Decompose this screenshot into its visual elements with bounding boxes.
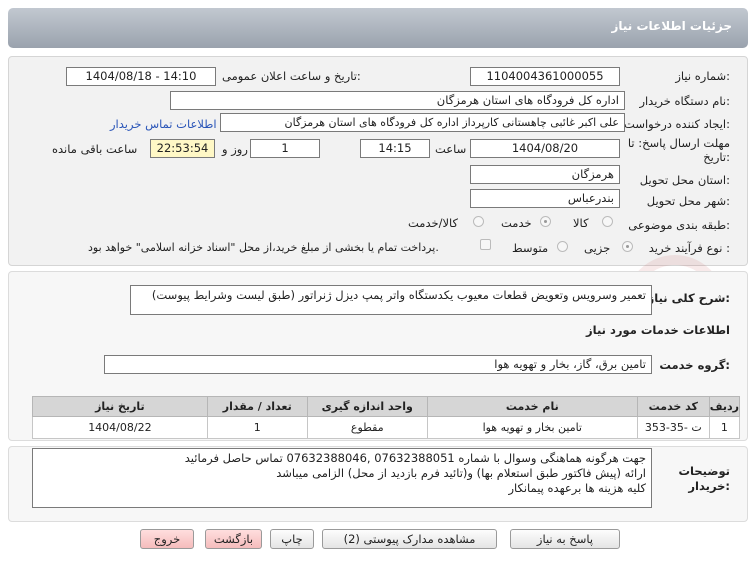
province-field: هرمزگان <box>470 165 620 184</box>
header-bar: جزئیات اطلاعات نیاز <box>8 8 748 48</box>
cell-service-code: ت -35-353 <box>636 416 710 439</box>
process-radio-minor[interactable] <box>622 241 633 252</box>
reply-button[interactable]: پاسخ به نیاز <box>510 529 620 549</box>
exit-button[interactable]: خروج <box>140 529 194 549</box>
notes-line-1: جهت هرگونه هماهنگی وسوال با شماره 076323… <box>184 451 646 465</box>
services-section-header: اطلاعات خدمات مورد نیاز <box>586 323 730 337</box>
cell-quantity: 1 <box>206 416 308 439</box>
deadline-time-label: ساعت <box>435 142 467 156</box>
process-option-minor: جزیی <box>584 241 611 255</box>
col-header-unit: واحد اندازه گیری <box>306 396 428 417</box>
city-field: بندرعباس <box>470 189 620 208</box>
cell-row-number: 1 <box>708 416 741 439</box>
announce-label: تاریخ و ساعت اعلان عمومی: <box>222 69 361 83</box>
announce-datetime-field: 1404/08/18 - 14:10 <box>66 67 216 86</box>
category-option-service: خدمت <box>501 216 532 230</box>
need-info-panel <box>8 56 748 266</box>
category-option-goods: کالا <box>573 216 589 230</box>
process-radio-medium[interactable] <box>557 241 568 252</box>
back-button[interactable]: بازگشت <box>205 529 262 549</box>
deadline-label-date: تاریخ: <box>703 150 730 164</box>
creator-field: علی اکبر غائبی چاهستانی کارپرداز اداره ک… <box>220 113 625 132</box>
col-header-row-number: ردیف <box>708 396 741 417</box>
treasury-checkbox[interactable] <box>480 239 491 250</box>
deadline-label: مهلت ارسال پاسخ: تا <box>627 136 730 150</box>
notes-label-line1: توضیحات <box>678 464 731 478</box>
col-header-service-name: نام خدمت <box>426 396 638 417</box>
service-group-field: تامین برق، گاز، بخار و تهویه هوا <box>104 355 652 374</box>
city-label: شهر محل تحویل: <box>646 194 730 208</box>
buyer-org-field: اداره کل فرودگاه های استان هرمزگان <box>170 91 625 110</box>
category-option-goods-service: کالا/خدمت <box>408 216 459 230</box>
process-option-medium: متوسط <box>512 241 549 255</box>
deadline-date-field: 1404/08/20 <box>470 139 620 158</box>
need-number-label: شماره نیاز: <box>675 69 730 83</box>
col-header-service-code: کد خدمت <box>636 396 710 417</box>
creator-label: ایجاد کننده درخواست: <box>624 117 730 131</box>
buyer-contact-link[interactable]: اطلاعات تماس خریدار <box>110 117 217 131</box>
need-number-field: 1104004361000055 <box>470 67 620 86</box>
days-label: روز و <box>222 142 248 156</box>
deadline-time-field: 14:15 <box>360 139 430 158</box>
remaining-time-label: ساعت باقی مانده <box>52 142 138 156</box>
notes-field: جهت هرگونه هماهنگی وسوال با شماره 076323… <box>32 448 652 508</box>
summary-label: شرح کلی نیاز: <box>647 291 730 305</box>
notes-line-2: ارائه (پیش فاکتور طبق استعلام بها) و(تائ… <box>276 466 646 480</box>
province-label: استان محل تحویل: <box>639 173 730 187</box>
print-button[interactable]: چاپ <box>270 529 314 549</box>
category-radio-service[interactable] <box>540 216 551 227</box>
table-row: 1 ت -35-353 تامین بخار و تهویه هوا مقطوع… <box>32 416 741 439</box>
col-header-quantity: تعداد / مقدار <box>206 396 308 417</box>
category-radio-goods[interactable] <box>602 216 613 227</box>
category-label: طبقه بندی موضوعی: <box>628 218 730 232</box>
notes-line-3: کلیه هزینه ها برعهده پیمانکار <box>508 481 646 495</box>
summary-field: تعمیر وسرویس وتعویض قطعات معیوب یکدستگاه… <box>130 285 652 315</box>
remaining-time-field: 22:53:54 <box>150 139 215 158</box>
notes-label-line2: خریدار: <box>688 479 730 493</box>
view-attachments-button[interactable]: مشاهده مدارک پیوستی (2) <box>322 529 497 549</box>
process-label: نوع فرآیند خرید : <box>648 241 730 255</box>
services-table: ردیف کد خدمت نام خدمت واحد اندازه گیری ت… <box>32 396 741 439</box>
col-header-need-date: تاریخ نیاز <box>32 396 208 417</box>
cell-need-date: 1404/08/22 <box>32 416 208 439</box>
cell-unit: مقطوع <box>306 416 428 439</box>
cell-service-name: تامین بخار و تهویه هوا <box>426 416 638 439</box>
buyer-org-label: نام دستگاه خریدار: <box>639 94 730 108</box>
page-title: جزئیات اطلاعات نیاز <box>611 19 732 33</box>
treasury-payment-note: پرداخت تمام یا بخشی از مبلغ خرید،از محل … <box>88 241 439 254</box>
service-group-label: گروه خدمت: <box>659 358 730 372</box>
table-header-row: ردیف کد خدمت نام خدمت واحد اندازه گیری ت… <box>32 396 741 417</box>
category-radio-goods-service[interactable] <box>473 216 484 227</box>
days-field: 1 <box>250 139 320 158</box>
